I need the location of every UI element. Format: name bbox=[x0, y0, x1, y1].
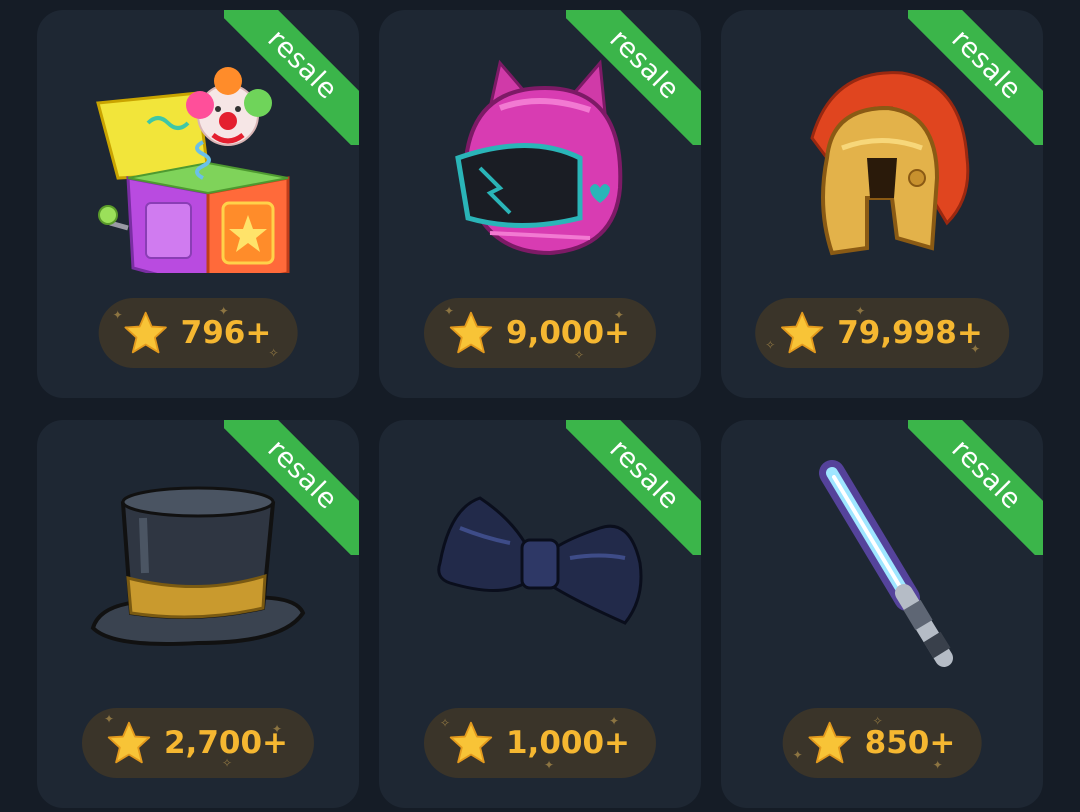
star-icon bbox=[449, 311, 493, 354]
star-icon bbox=[808, 721, 851, 764]
price-pill: ✧ ✦ ✦ 1,000+ bbox=[423, 708, 657, 778]
resale-ribbon: resale bbox=[566, 420, 701, 555]
price-pill: ✦ ✧ ✦ 850+ bbox=[782, 708, 982, 778]
gift-card-pink-cat-helmet[interactable]: resale ✦ ✧ ✦ 9,000+ bbox=[379, 10, 701, 398]
resale-label: resale bbox=[908, 420, 1043, 555]
gift-card-spartan-helmet[interactable]: resale ✧ ✦ ✦ 79,998+ bbox=[721, 10, 1043, 398]
price-pill: ✦ ✧ ✦ 9,000+ bbox=[423, 298, 657, 368]
price-pill: ✦ ✧ ✦ 2,700+ bbox=[81, 708, 315, 778]
resale-ribbon: resale bbox=[224, 10, 359, 145]
resale-ribbon: resale bbox=[224, 420, 359, 555]
price-pill: ✧ ✦ ✦ 79,998+ bbox=[755, 298, 1009, 368]
resale-ribbon: resale bbox=[908, 420, 1043, 555]
resale-label: resale bbox=[224, 420, 359, 555]
gift-grid: resale ✦ ✦ ✧ 796+ resale ✦ ✧ ✦ 9,000+ re… bbox=[0, 0, 1080, 812]
resale-ribbon: resale bbox=[908, 10, 1043, 145]
resale-ribbon: resale bbox=[566, 10, 701, 145]
resale-label: resale bbox=[224, 10, 359, 145]
resale-label: resale bbox=[908, 10, 1043, 145]
resale-label: resale bbox=[566, 10, 701, 145]
star-icon bbox=[781, 311, 824, 354]
gift-card-jack-in-the-box[interactable]: resale ✦ ✦ ✧ 796+ bbox=[37, 10, 359, 398]
gift-card-light-sword[interactable]: resale ✦ ✧ ✦ 850+ bbox=[721, 420, 1043, 808]
price-value: 796+ bbox=[180, 315, 272, 351]
price-value: 79,998+ bbox=[837, 315, 983, 351]
price-value: 850+ bbox=[864, 725, 956, 761]
gift-card-top-hat[interactable]: resale ✦ ✧ ✦ 2,700+ bbox=[37, 420, 359, 808]
price-value: 2,700+ bbox=[163, 725, 289, 761]
star-icon bbox=[449, 721, 493, 764]
star-icon bbox=[107, 721, 151, 764]
star-icon bbox=[124, 311, 167, 354]
price-pill: ✦ ✦ ✧ 796+ bbox=[98, 298, 298, 368]
resale-label: resale bbox=[566, 420, 701, 555]
gift-card-bow-tie[interactable]: resale ✧ ✦ ✦ 1,000+ bbox=[379, 420, 701, 808]
price-value: 1,000+ bbox=[505, 725, 631, 761]
price-value: 9,000+ bbox=[505, 315, 631, 351]
